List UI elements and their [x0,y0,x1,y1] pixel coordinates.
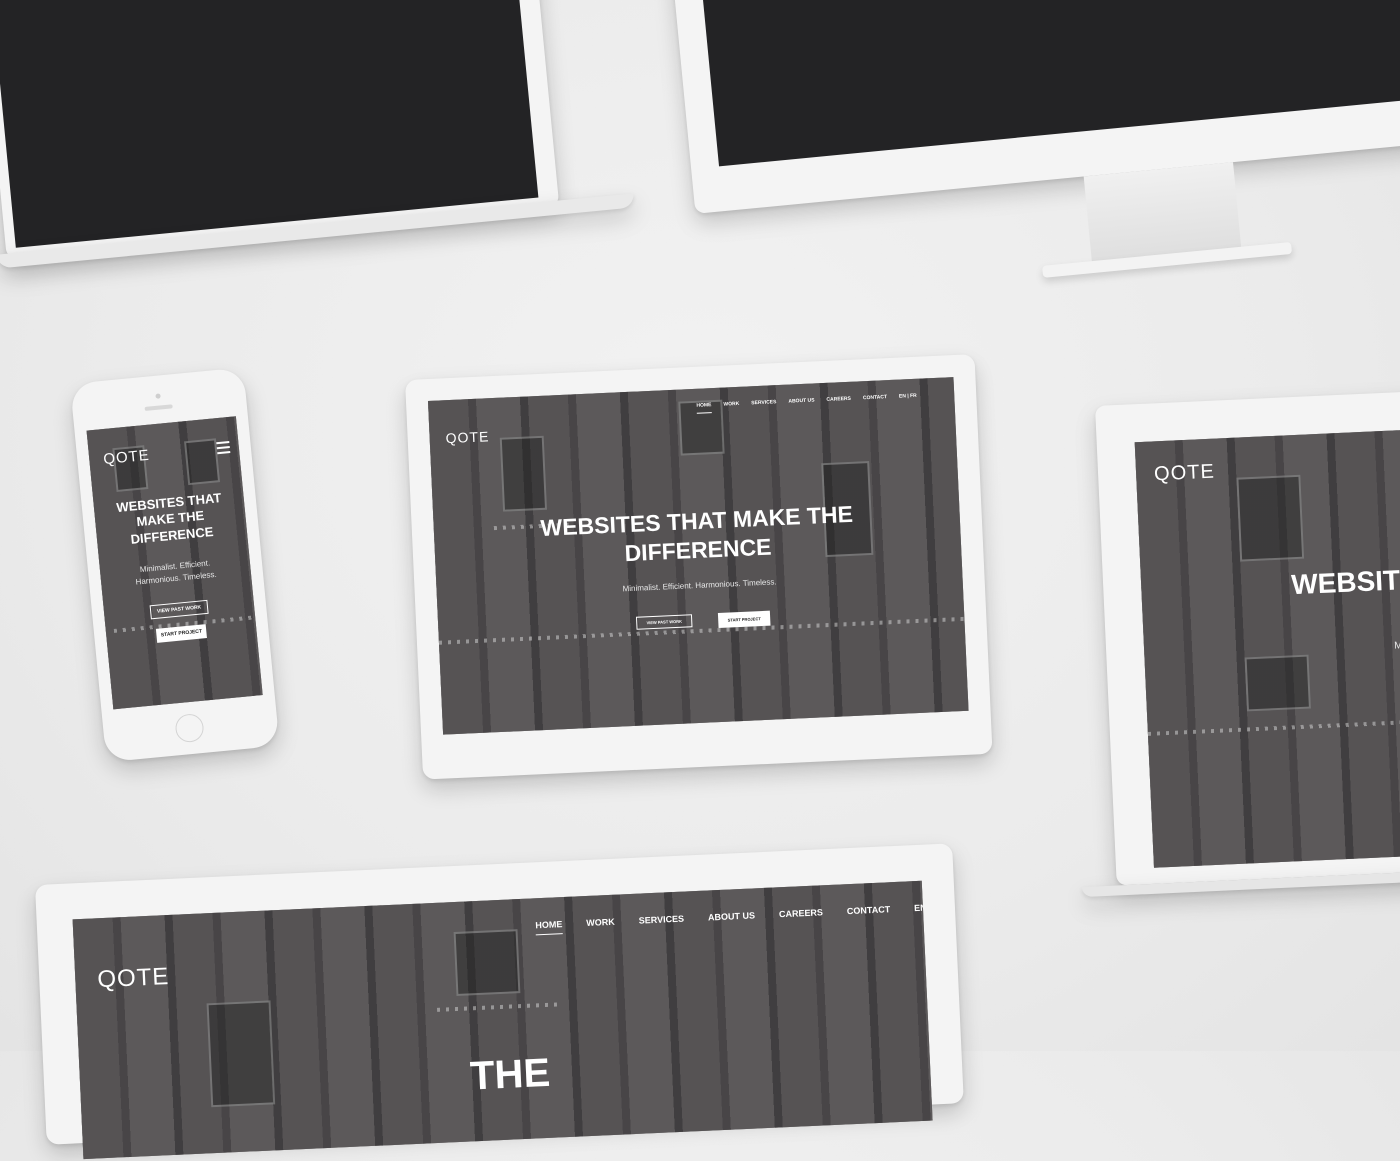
building-window [1244,654,1311,712]
nav-item-services[interactable]: SERVICES [751,399,776,406]
nav-item-work[interactable]: WORK [723,401,739,408]
site-logo[interactable]: QOTE [97,963,170,994]
start-project-button[interactable]: START PROJECT [717,610,771,629]
nav-item-careers[interactable]: CAREERS [826,396,851,403]
view-past-work-button[interactable]: VIEW PAST WORK [149,599,209,620]
tablet-screen: QOTE HOME WORK SERVICES ABOUT US CAREERS… [427,377,969,735]
hero-title: THE [469,1050,552,1099]
building-window [453,929,521,996]
main-nav: HOME WORK SERVICES ABOUT US CAREERS CONT… [535,902,932,931]
nav-item-home[interactable]: HOME [535,919,562,930]
nav-item-work[interactable]: WORK [586,917,615,928]
hamburger-menu-icon[interactable] [216,441,231,457]
building-window [206,1000,276,1108]
balcony-rail [436,1002,558,1012]
main-nav: HOME WORK SERVICES ABOUT US CAREERS CONT… [696,393,917,409]
nav-item-services[interactable]: SERVICES [639,914,685,926]
site-logo[interactable]: QOTE [1154,461,1216,487]
nav-item-about-us[interactable]: ABOUT US [708,910,755,922]
monitor-screen: QOTE HOME WORK SERVICES ABOUT US CAREERS… [72,880,933,1160]
view-past-work-button[interactable]: VIEW PAST WORK [635,614,693,630]
nav-item-about-us[interactable]: ABOUT US [788,397,814,404]
hero-subtitle: Minimalist. Efficient. Harmonious. Timel… [100,554,252,592]
nav-item-home[interactable]: HOME [696,402,711,409]
phone-screen: QOTE WEBSITES THAT MAKE THE DIFFERENCE M… [86,416,263,710]
nav-item-careers[interactable]: CAREERS [779,907,823,919]
hero-subtitle: Mi [1393,640,1400,652]
language-switch[interactable]: EN | FR [899,393,917,400]
building-window [184,438,221,486]
building-window [499,435,548,512]
hero-subtitle: Minimalist. Efficient. Harmonious. Timel… [622,577,777,594]
nav-item-contact[interactable]: CONTACT [863,394,887,401]
site-logo[interactable]: QOTE [445,428,489,446]
laptop-screen: QOTE WEBSIT Mi [1134,426,1400,868]
balcony-rail [438,616,965,645]
balcony-rail [1147,716,1400,736]
hero-title: WEBSITES THAT MAKE THE DIFFERENCE [93,488,247,551]
hero-title: WEBSIT [1290,564,1400,601]
building-window [1236,474,1305,562]
nav-item-contact[interactable]: CONTACT [847,904,891,916]
